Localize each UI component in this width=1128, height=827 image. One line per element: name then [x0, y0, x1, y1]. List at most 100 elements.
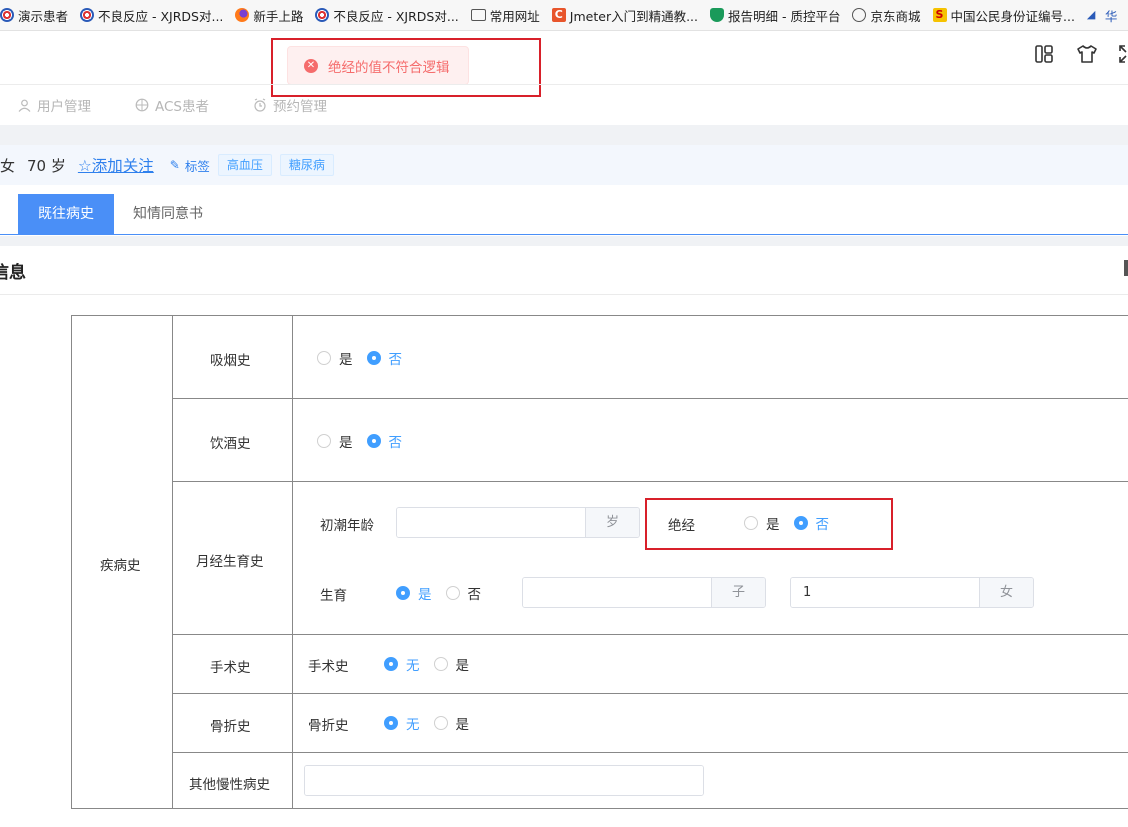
menstrual-label: 月经生育史: [196, 554, 264, 570]
bookmark-id-number[interactable]: S 中国公民身份证编号...: [932, 6, 1081, 25]
radio-checked-icon: [384, 657, 398, 671]
radio-icon: [317, 434, 331, 448]
pencil-icon: ✎: [169, 158, 180, 172]
page-background-band: [0, 236, 1128, 246]
firefox-icon: [235, 8, 250, 22]
fracture-radio-group: 无 是: [384, 713, 469, 733]
bookmark-adverse-reaction-2[interactable]: 不良反应 - XJRDS对...: [315, 6, 464, 25]
birth-no-radio[interactable]: 否: [445, 583, 481, 603]
fracture-none-radio[interactable]: 无: [384, 713, 420, 733]
scroll-indicator: [1124, 260, 1128, 276]
bookmark-report-details[interactable]: 报告明细 - 质控平台: [710, 6, 846, 25]
radio-icon: [433, 657, 448, 671]
radio-checked-icon: [384, 716, 398, 730]
bookmark-demo-patient[interactable]: 演示患者: [0, 6, 74, 25]
smoking-yes-radio[interactable]: 是: [317, 348, 353, 368]
menarche-age-suffix: 岁: [585, 508, 639, 537]
surgery-yes-radio[interactable]: 是: [433, 654, 469, 674]
fullscreen-icon[interactable]: [1118, 44, 1128, 64]
tab-medical-history[interactable]: 既往病史: [18, 194, 114, 235]
radio-icon: [317, 351, 331, 365]
bookmark-jd[interactable]: 京东商城: [852, 6, 926, 25]
radio-checked-icon: [396, 586, 410, 600]
medical-history-table: 疾病史 吸烟史 是 否 饮酒史 是 否 月经生育史 初潮年龄 岁 绝经 是 否 …: [71, 315, 1128, 809]
s-icon: S: [932, 8, 947, 22]
sons-count-input[interactable]: [523, 578, 711, 607]
menarche-label: 初潮年龄: [320, 518, 374, 534]
daughters-input-group: 女: [790, 577, 1034, 608]
radio-icon: [433, 716, 448, 730]
menarche-age-input[interactable]: [397, 508, 585, 537]
header-actions: [1034, 44, 1128, 64]
surgery-radio-group: 无 是: [384, 654, 469, 674]
birth-label: 生育: [320, 588, 347, 604]
bookmark-jmeter[interactable]: C Jmeter入门到精通教...: [551, 6, 704, 25]
layout-icon[interactable]: [1034, 44, 1054, 64]
drinking-no-radio[interactable]: 否: [366, 431, 402, 451]
daughters-suffix: 女: [979, 578, 1033, 607]
table-divider: [292, 316, 293, 809]
birth-yes-radio[interactable]: 是: [396, 583, 432, 603]
section-title: 信息: [0, 263, 26, 283]
table-divider: [172, 481, 1128, 482]
patient-gender: 女: [0, 156, 16, 175]
target-icon: [80, 8, 95, 22]
smoking-radio-group: 是 否: [317, 348, 402, 368]
tag-diabetes: 糖尿病: [279, 154, 334, 176]
theme-shirt-icon[interactable]: [1076, 44, 1097, 64]
drinking-radio-group: 是 否: [317, 431, 402, 451]
drinking-label: 饮酒史: [210, 436, 251, 452]
fracture-label: 骨折史: [210, 719, 251, 735]
fracture-inner-label: 骨折史: [308, 718, 349, 734]
section-divider: [0, 294, 1128, 295]
surgery-none-radio[interactable]: 无: [384, 654, 420, 674]
surgery-label: 手术史: [210, 660, 251, 676]
alarm-icon: [253, 98, 267, 112]
patient-info-bar: 女 70 岁 ☆添加关注 ✎ 标签 高血压 糖尿病: [0, 145, 1128, 185]
table-divider: [172, 316, 173, 809]
sons-input-group: 子: [522, 577, 766, 608]
group-label: 疾病史: [100, 558, 141, 574]
page-background-band: [0, 125, 1128, 145]
table-divider: [172, 634, 1128, 635]
daughters-count-input[interactable]: [791, 578, 979, 607]
chronic-input-group: [304, 765, 704, 796]
chronic-label: 其他慢性病史: [189, 777, 270, 793]
radio-checked-icon: [366, 434, 381, 448]
record-tabs: 既往病史 知情同意书: [0, 194, 1128, 235]
table-divider: [172, 693, 1128, 694]
radio-icon: [445, 586, 460, 600]
table-divider: [172, 398, 1128, 399]
fracture-yes-radio[interactable]: 是: [433, 713, 469, 733]
nav-item-acs-patients[interactable]: ACS患者: [135, 95, 209, 115]
bookmark-adverse-reaction-1[interactable]: 不良反应 - XJRDS对...: [80, 6, 229, 25]
target-icon: [0, 8, 14, 22]
bookmark-folder-common[interactable]: 常用网址: [470, 6, 546, 25]
menarche-age-input-group: 岁: [396, 507, 640, 538]
radio-checked-icon: [366, 351, 381, 365]
bookmark-hua[interactable]: ◢ 华: [1087, 6, 1124, 25]
target-icon: [315, 8, 330, 22]
smoking-label: 吸烟史: [210, 353, 251, 369]
target-icon: [135, 98, 149, 112]
edit-tags-button[interactable]: ✎ 标签: [170, 156, 210, 175]
patient-age: 70 岁: [27, 156, 66, 175]
shield-icon: [710, 8, 725, 22]
smoking-no-radio[interactable]: 否: [366, 348, 402, 368]
bookmarks-bar: 演示患者 不良反应 - XJRDS对... 新手上路 不良反应 - XJRDS对…: [0, 0, 1128, 31]
globe-icon: [852, 8, 867, 22]
top-nav: 用户管理 ACS患者 预约管理: [0, 85, 1128, 125]
drinking-yes-radio[interactable]: 是: [317, 431, 353, 451]
user-icon: [18, 99, 31, 112]
nav-item-appointments[interactable]: 预约管理: [253, 95, 327, 115]
bookmark-getting-started[interactable]: 新手上路: [235, 6, 309, 25]
tab-informed-consent[interactable]: 知情同意书: [113, 194, 223, 235]
folder-icon: [470, 9, 486, 21]
birth-radio-group: 是 否: [396, 583, 481, 603]
add-follow-button[interactable]: ☆添加关注: [78, 154, 154, 176]
annotation-highlight-menopause: [645, 498, 893, 550]
table-divider: [172, 752, 1128, 753]
chronic-disease-input[interactable]: [305, 766, 703, 795]
nav-item-user-management[interactable]: 用户管理: [18, 95, 91, 115]
c-icon: C: [551, 8, 566, 22]
